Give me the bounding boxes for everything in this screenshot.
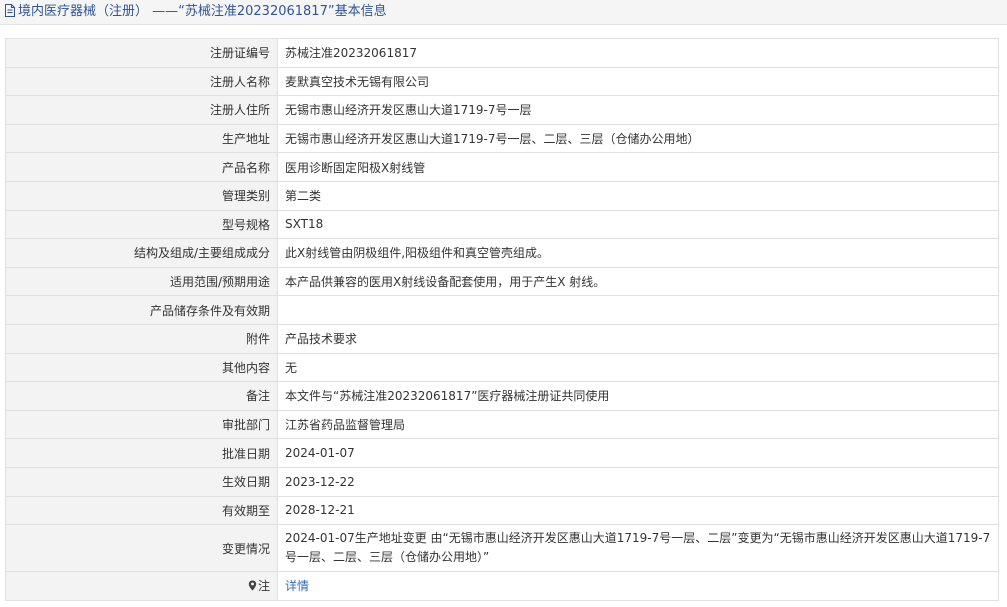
table-row: 型号规格 SXT18 bbox=[5, 209, 999, 240]
table-row: 注册证编号 苏械注准20232061817 bbox=[5, 38, 999, 68]
note-label: 注 bbox=[257, 579, 270, 594]
row-value: 苏械注准20232061817 bbox=[277, 38, 999, 68]
table-row: 备注 本文件与“苏械注准20232061817”医疗器械注册证共同使用 bbox=[5, 381, 999, 411]
row-label: 变更情况 bbox=[5, 524, 278, 573]
table-row: 批准日期 2024-01-07 bbox=[5, 438, 999, 468]
row-value: 江苏省药品监督管理局 bbox=[277, 409, 999, 440]
note-row: 注 详情 bbox=[5, 571, 999, 601]
row-value: 医用诊断固定阳极X射线管 bbox=[277, 152, 999, 182]
row-value: 麦默真空技术无锡有限公司 bbox=[277, 66, 999, 97]
row-label: 备注 bbox=[5, 381, 278, 411]
row-value: 2024-01-07 bbox=[277, 438, 999, 468]
row-label: 有效期至 bbox=[5, 495, 278, 526]
row-label: 生效日期 bbox=[5, 466, 278, 497]
row-value: 此X射线管由阴极组件,阳极组件和真空管壳组成。 bbox=[277, 238, 999, 268]
table-row: 附件 产品技术要求 bbox=[5, 323, 999, 354]
row-label: 其他内容 bbox=[5, 352, 278, 383]
details-link[interactable]: 详情 bbox=[285, 579, 309, 593]
info-table-container: 注册证编号 苏械注准20232061817 注册人名称 麦默真空技术无锡有限公司… bbox=[5, 38, 999, 601]
row-value: 产品技术要求 bbox=[277, 323, 999, 354]
table-row: 适用范围/预期用途 本产品供兼容的医用X射线设备配套使用，用于产生X 射线。 bbox=[5, 266, 999, 297]
row-value: 第二类 bbox=[277, 180, 999, 211]
row-value: SXT18 bbox=[277, 209, 999, 240]
info-table: 注册证编号 苏械注准20232061817 注册人名称 麦默真空技术无锡有限公司… bbox=[5, 38, 999, 601]
table-row: 结构及组成/主要组成成分 此X射线管由阴极组件,阳极组件和真空管壳组成。 bbox=[5, 238, 999, 268]
table-row: 其他内容 无 bbox=[5, 352, 999, 383]
row-value bbox=[277, 295, 999, 325]
document-icon bbox=[4, 2, 16, 26]
note-value-cell: 详情 bbox=[277, 571, 999, 601]
row-label: 注册人名称 bbox=[5, 66, 278, 97]
row-value: 本文件与“苏械注准20232061817”医疗器械注册证共同使用 bbox=[277, 381, 999, 411]
table-row: 注册人住所 无锡市惠山经济开发区惠山大道1719-7号一层 bbox=[5, 95, 999, 125]
row-label: 注册人住所 bbox=[5, 95, 278, 125]
row-value: 本产品供兼容的医用X射线设备配套使用，用于产生X 射线。 bbox=[277, 266, 999, 297]
row-label: 生产地址 bbox=[5, 123, 278, 154]
row-label: 适用范围/预期用途 bbox=[5, 266, 278, 297]
table-row: 产品名称 医用诊断固定阳极X射线管 bbox=[5, 152, 999, 182]
table-row: 生效日期 2023-12-22 bbox=[5, 466, 999, 497]
row-label: 注册证编号 bbox=[5, 38, 278, 68]
table-row: 产品储存条件及有效期 bbox=[5, 295, 999, 325]
row-value: 无 bbox=[277, 352, 999, 383]
location-pin-icon bbox=[248, 580, 257, 594]
table-row: 审批部门 江苏省药品监督管理局 bbox=[5, 409, 999, 440]
row-label: 产品名称 bbox=[5, 152, 278, 182]
page-title: 境内医疗器械（注册） ——“苏械注准20232061817”基本信息 bbox=[18, 4, 387, 19]
table-row: 管理类别 第二类 bbox=[5, 180, 999, 211]
table-row: 生产地址 无锡市惠山经济开发区惠山大道1719-7号一层、二层、三层（仓储办公用… bbox=[5, 123, 999, 154]
note-label-cell: 注 bbox=[5, 571, 278, 601]
row-label: 结构及组成/主要组成成分 bbox=[5, 238, 278, 268]
row-label: 批准日期 bbox=[5, 438, 278, 468]
row-value: 2024-01-07生产地址变更 由“无锡市惠山经济开发区惠山大道1719-7号… bbox=[277, 524, 999, 573]
page-header: 境内医疗器械（注册） ——“苏械注准20232061817”基本信息 bbox=[0, 0, 1007, 25]
row-label: 管理类别 bbox=[5, 180, 278, 211]
table-row: 有效期至 2028-12-21 bbox=[5, 495, 999, 526]
row-label: 审批部门 bbox=[5, 409, 278, 440]
row-label: 产品储存条件及有效期 bbox=[5, 295, 278, 325]
row-value: 无锡市惠山经济开发区惠山大道1719-7号一层 bbox=[277, 95, 999, 125]
table-row: 变更情况 2024-01-07生产地址变更 由“无锡市惠山经济开发区惠山大道17… bbox=[5, 524, 999, 573]
row-label: 附件 bbox=[5, 323, 278, 354]
table-row: 注册人名称 麦默真空技术无锡有限公司 bbox=[5, 66, 999, 97]
row-label: 型号规格 bbox=[5, 209, 278, 240]
row-value: 2023-12-22 bbox=[277, 466, 999, 497]
row-value: 无锡市惠山经济开发区惠山大道1719-7号一层、二层、三层（仓储办公用地） bbox=[277, 123, 999, 154]
row-value: 2028-12-21 bbox=[277, 495, 999, 526]
